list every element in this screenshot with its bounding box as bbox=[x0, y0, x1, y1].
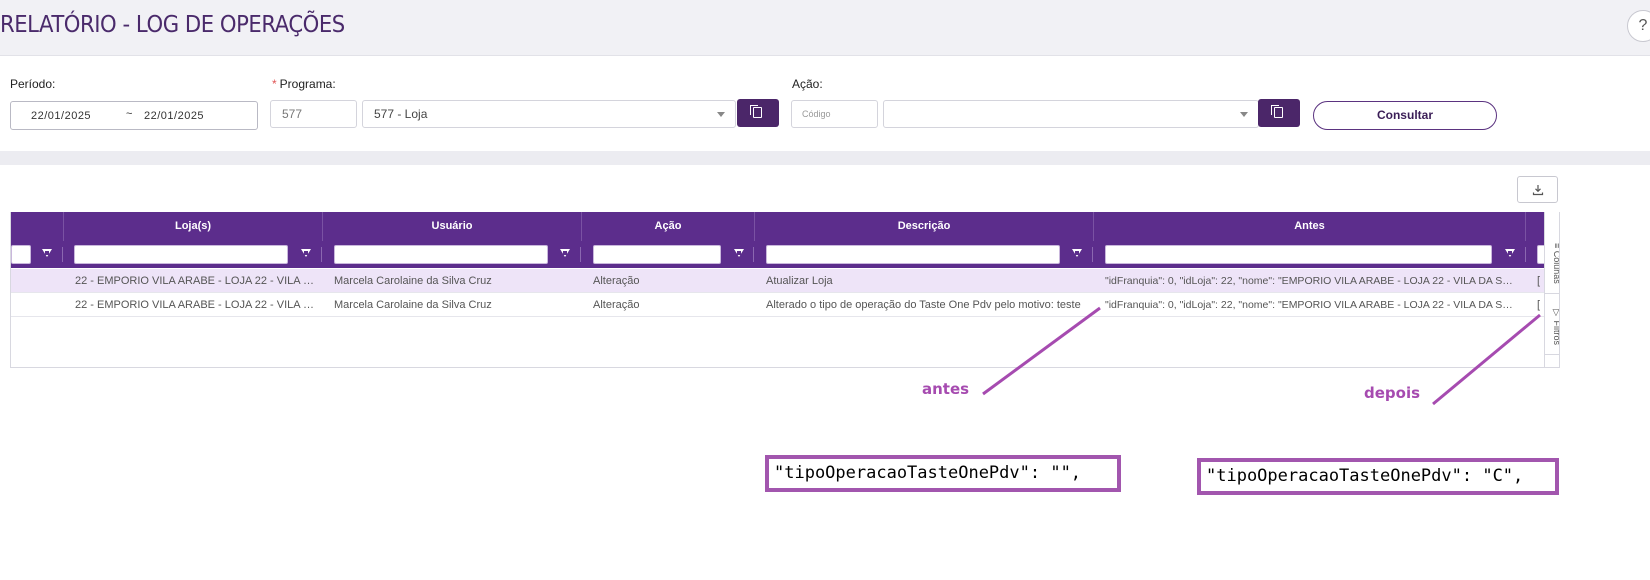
antes-annotation-label: antes bbox=[922, 380, 970, 398]
depois-arrow bbox=[1432, 313, 1541, 406]
antes-code-snippet: "tipoOperacaoTasteOnePdv": "", bbox=[765, 455, 1121, 492]
depois-code-snippet: "tipoOperacaoTasteOnePdv": "C", bbox=[1197, 458, 1559, 495]
depois-annotation-label: depois bbox=[1364, 384, 1421, 402]
page: RELATÓRIO - LOG DE OPERAÇÕES ? Período: … bbox=[0, 0, 1650, 580]
antes-arrow bbox=[982, 306, 1101, 396]
